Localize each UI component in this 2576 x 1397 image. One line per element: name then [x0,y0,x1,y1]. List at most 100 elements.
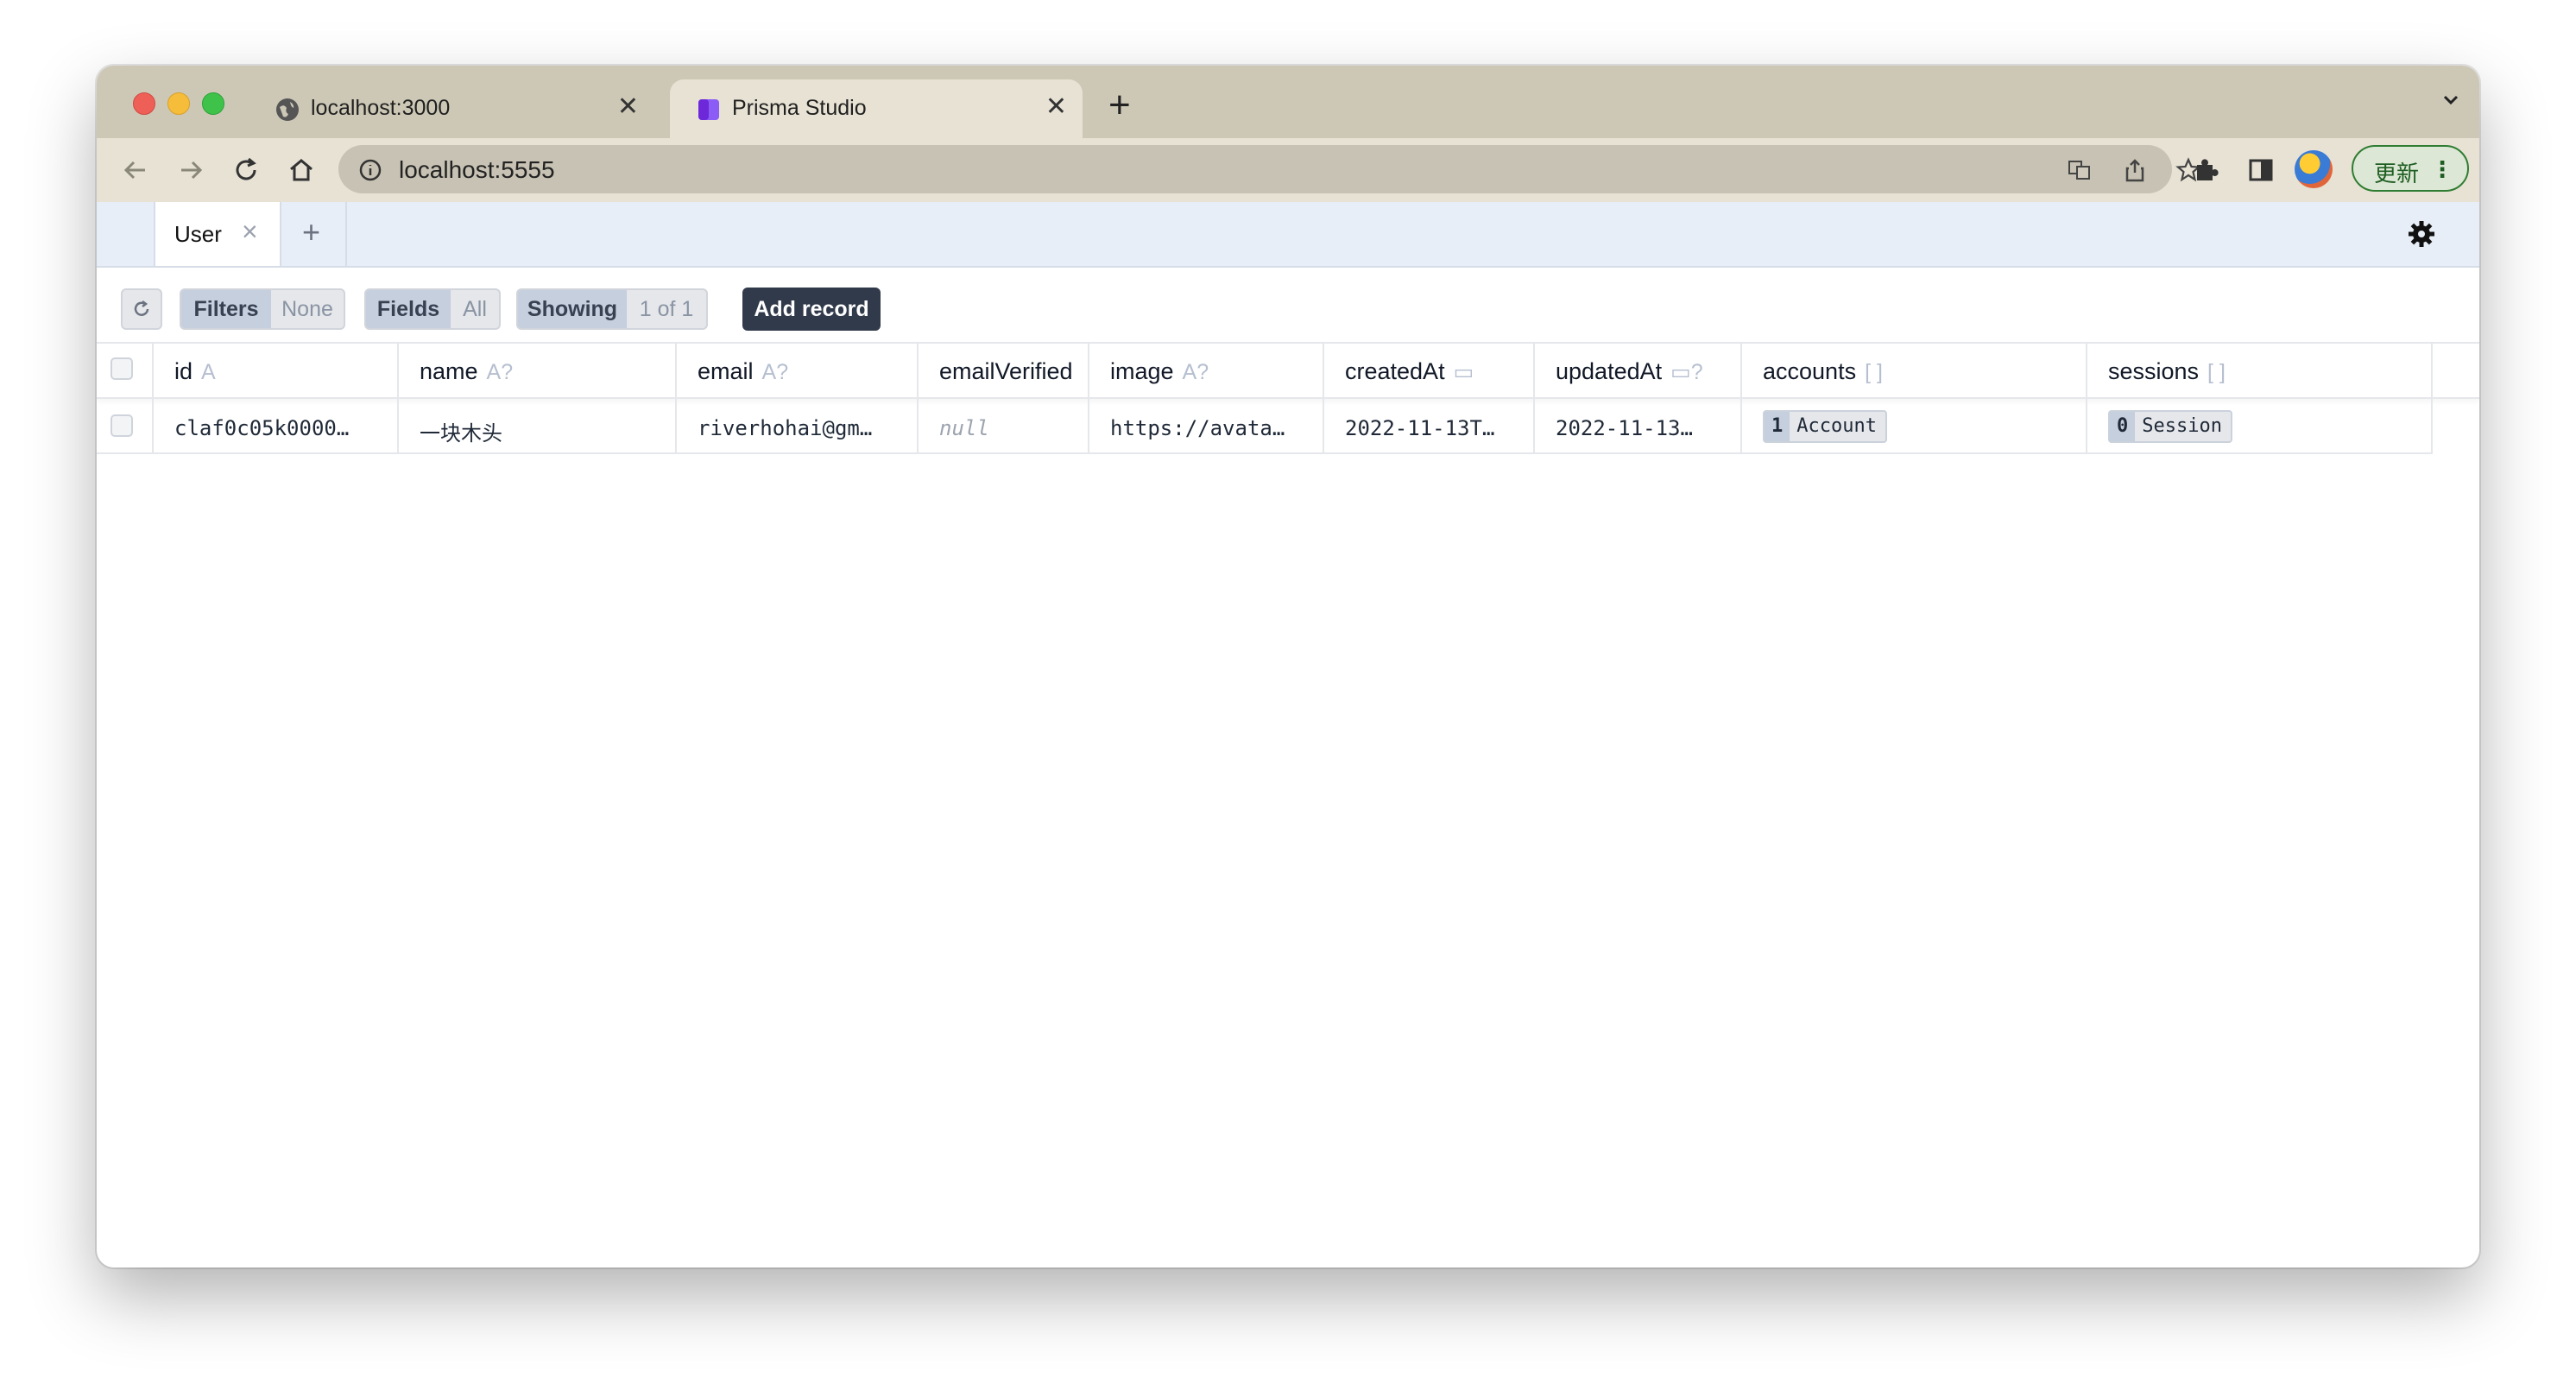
minimize-window-button[interactable] [167,92,190,115]
refresh-button[interactable] [121,288,162,330]
column-header-email[interactable]: email A? [677,342,919,397]
gear-icon[interactable] [2407,219,2436,249]
column-type: ▭ [1453,360,1474,384]
studio-tab-bar: User × + [97,202,2479,268]
fields-label: Fields [366,290,451,328]
cell-email[interactable]: riverhohai@gm… [677,399,919,454]
relation-name: Session [2142,415,2222,437]
more-menu-icon: ⋮ [2431,156,2453,182]
address-bar[interactable]: localhost:5555 [338,145,2201,193]
column-name: updatedAt [1556,358,1663,384]
cell-createdat[interactable]: 2022-11-13T… [1324,399,1535,454]
column-type: [ ] [2207,360,2226,384]
cell-value: null [939,416,989,440]
cell-value: 2022-11-13… [1556,416,1693,440]
forward-icon[interactable] [174,154,207,186]
reload-icon[interactable] [230,154,262,186]
column-name: createdAt [1345,358,1445,384]
column-type: A? [1182,360,1209,384]
globe-icon [276,98,299,121]
select-all-checkbox[interactable] [110,357,133,380]
relation-count: 0 [2110,412,2136,441]
close-tab-icon[interactable]: ✕ [1045,92,1067,122]
accounts-relation-badge[interactable]: 1 Account [1763,410,1887,443]
cell-sessions[interactable]: 0 Session [2087,399,2433,454]
studio-action-bar: Filters None Fields All Showing 1 of 1 A… [97,266,2479,344]
fields-button[interactable]: Fields All [364,288,501,330]
cell-updatedat[interactable]: 2022-11-13… [1535,399,1742,454]
cell-value: claf0c05k0000… [174,416,350,440]
share-icon[interactable] [2122,157,2148,183]
cell-value: 一块木头 [420,421,502,446]
cell-accounts[interactable]: 1 Account [1742,399,2087,454]
relation-count: 1 [1765,412,1790,441]
column-header-createdat[interactable]: createdAt ▭ [1324,342,1535,397]
close-window-button[interactable] [133,92,155,115]
prisma-icon [698,99,719,120]
sessions-relation-badge[interactable]: 0 Session [2108,410,2232,443]
back-icon[interactable] [119,154,152,186]
cell-value: 2022-11-13T… [1345,416,1495,440]
column-header-accounts[interactable]: accounts [ ] [1742,342,2087,397]
maximize-window-button[interactable] [202,92,224,115]
side-panel-icon[interactable] [2245,154,2277,186]
column-header-sessions[interactable]: sessions [ ] [2087,342,2433,397]
filters-value: None [281,297,333,321]
add-record-button[interactable]: Add record [742,288,881,331]
column-type: A [201,360,216,384]
showing-value: 1 of 1 [639,297,694,321]
relation-name: Account [1796,415,1877,437]
column-header-emailverified[interactable]: emailVerified [919,342,1089,397]
browser-toolbar: localhost:5555 更新 ⋮ [97,138,2479,202]
fields-value: All [463,297,487,321]
showing-button[interactable]: Showing 1 of 1 [516,288,708,330]
column-name: name [420,358,478,384]
cell-id[interactable]: claf0c05k0000… [154,399,399,454]
cell-image[interactable]: https://avata… [1089,399,1324,454]
model-tab-user[interactable]: User × [154,202,281,266]
home-icon[interactable] [285,154,318,186]
add-tab-button[interactable]: + [283,202,347,266]
update-button[interactable]: 更新 ⋮ [2352,145,2469,192]
url-text[interactable]: localhost:5555 [399,156,555,184]
translate-icon[interactable] [2067,157,2093,183]
column-name: id [174,358,193,384]
row-select-cell [97,399,154,454]
column-type: ▭? [1670,360,1703,384]
new-tab-button[interactable]: + [1108,86,1131,124]
info-icon[interactable] [357,157,383,183]
tab-title: Prisma Studio [732,96,867,120]
column-type: A? [761,360,789,384]
filters-button[interactable]: Filters None [180,288,345,330]
column-header-image[interactable]: image A? [1089,342,1324,397]
update-label: 更新 [2374,161,2420,186]
column-type: A? [486,360,514,384]
table-row[interactable]: claf0c05k0000… 一块木头 riverhohai@gm… null … [97,399,2479,454]
refresh-icon [134,300,149,316]
filters-label: Filters [181,290,271,328]
column-header-name[interactable]: name A? [399,342,677,397]
cell-value: riverhohai@gm… [698,416,873,440]
profile-avatar[interactable] [2295,150,2333,188]
cell-emailverified[interactable]: null [919,399,1089,454]
tab-title: localhost:3000 [311,96,451,120]
table-header: id A name A? email A? emailVerified image A?… [97,342,2479,399]
add-tab-label: + [302,214,321,250]
close-tab-icon[interactable]: ✕ [617,92,639,122]
column-header-updatedat[interactable]: updatedAt ▭? [1535,342,1742,397]
column-name: sessions [2108,358,2200,384]
browser-tab-localhost-3000[interactable]: localhost:3000 ✕ [249,79,654,138]
cell-name[interactable]: 一块木头 [399,399,677,454]
showing-label: Showing [518,290,627,328]
column-name: accounts [1763,358,1857,384]
close-icon[interactable]: × [242,216,258,248]
browser-tab-prisma-studio[interactable]: Prisma Studio ✕ [670,79,1083,138]
row-checkbox[interactable] [110,414,133,437]
column-name: image [1110,358,1174,384]
column-name: emailVerified [939,358,1073,384]
tab-strip: localhost:3000 ✕ Prisma Studio ✕ + [97,66,2479,138]
extensions-icon[interactable] [2189,154,2222,186]
chevron-down-icon[interactable] [2440,88,2462,111]
column-header-id[interactable]: id A [154,342,399,397]
select-all-cell [97,342,154,397]
